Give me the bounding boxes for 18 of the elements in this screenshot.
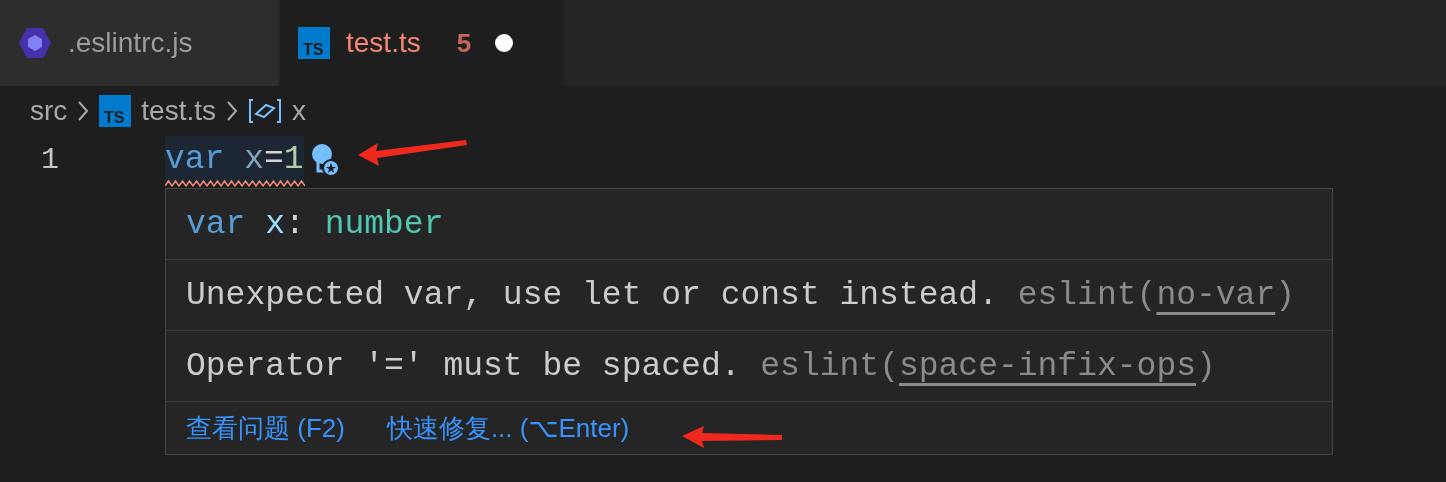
variable-icon <box>248 98 283 124</box>
typescript-icon: TS <box>99 95 132 127</box>
diagnostic-message: Unexpected var, use let or const instead. eslint(no-var) <box>166 260 1332 331</box>
line-number: 1 <box>40 143 60 177</box>
hover-action-link[interactable]: 快速修复... (⌥Enter) <box>386 410 630 446</box>
editor-tab[interactable]: .eslintrc.js <box>0 0 278 86</box>
diagnostic-message: Operator '=' must be spaced. eslint(space-infix-ops) <box>166 331 1332 402</box>
hexagon-icon <box>18 27 52 59</box>
breadcrumb-item[interactable]: test.ts <box>141 95 217 127</box>
breadcrumb-item[interactable]: src <box>30 95 68 127</box>
breadcrumb-item[interactable]: x <box>292 95 307 127</box>
editor-tab[interactable]: TS test.ts 5 <box>280 0 564 86</box>
chevron-right-icon <box>226 100 239 122</box>
problem-count: 5 <box>456 27 472 59</box>
hover-action-link[interactable]: 查看问题 (F2) <box>186 410 345 446</box>
chevron-right-icon <box>77 100 90 122</box>
typescript-icon: TS <box>298 27 330 59</box>
type-signature: var x: number <box>166 189 1332 260</box>
